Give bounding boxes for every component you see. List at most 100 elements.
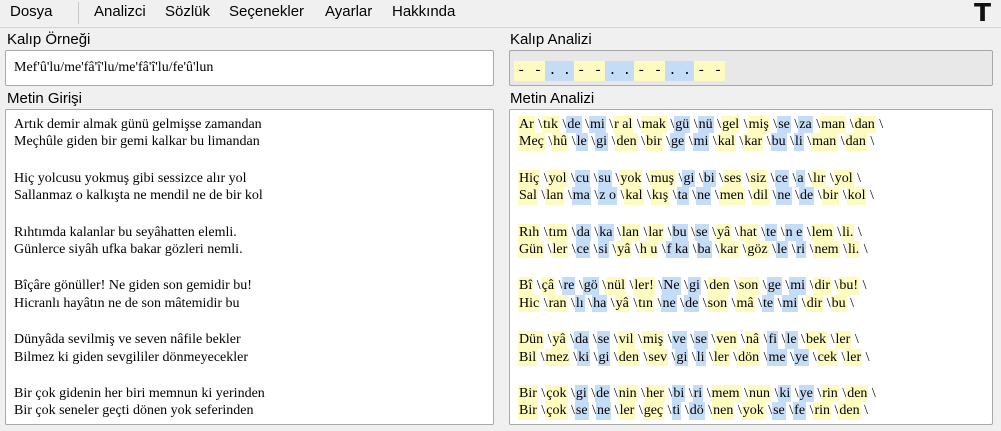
syllable-separator: \ [715,170,724,186]
syllable: mak [640,116,667,134]
syllable: ge [766,277,782,295]
syllable-separator: \ [777,224,785,240]
syllable-separator: \ [804,170,812,186]
menu-separator [78,2,79,24]
syllable: nun [747,384,771,403]
syllable-separator: \ [731,224,739,240]
syllable-separator: \ [837,134,845,150]
pattern-segment: . [559,61,575,81]
syllable: Sal [518,187,538,205]
syllable-separator: \ [859,278,867,294]
syllable: Meç [518,133,545,151]
metin-analizi-label: Metin Analizi [510,90,595,107]
syllable: yol [833,169,854,188]
syllable-separator: \ [634,332,642,348]
syllable-separator: \ [654,295,662,311]
syllable-separator: \ [759,278,767,294]
syllable-separator: \ [699,295,707,311]
syllable: kol [846,187,867,205]
syllable-separator: \ [664,224,672,240]
syllable-separator: \ [664,385,673,401]
syllable: se [694,331,708,349]
analysis-line: Bî \çâ \re \gö \nül \ler! \Ne \gi \den \… [518,277,883,295]
pattern-segment: . [619,61,635,81]
input-line: Hicranlı hayâtın ne de son mâtemidir bu [14,295,240,311]
syllable-separator: \ [778,332,786,348]
syllable: mâ [735,294,755,313]
syllable-separator: \ [764,403,773,419]
syllable-separator: \ [598,278,607,294]
syllable: ne [776,187,792,205]
syllable: geç [642,402,665,420]
syllable: li. [846,240,861,259]
syllable: kar [719,240,740,259]
syllable: siz [749,169,768,188]
syllable: ti [671,402,682,420]
syllable-separator: \ [607,295,615,311]
syllable: cek [816,348,839,366]
syllable: se [694,223,709,241]
syllable-separator: \ [695,170,703,186]
syllable-separator: \ [640,349,648,365]
menu-hakkinda[interactable]: Hakkında [392,3,455,20]
menu-sozluk[interactable]: Sözlük [165,3,210,20]
syllable: ne [696,187,712,205]
menu-analizci[interactable]: Analizci [94,3,146,20]
syllable-separator: \ [770,385,779,401]
syllable: de [595,384,611,403]
syllable-separator: \ [728,295,736,311]
input-line: Artık demir almak günü gelmişse zamandan [14,117,262,132]
syllable-separator: \ [608,241,617,257]
syllable-separator: \ [860,241,868,257]
syllable: den [615,133,638,151]
syllable: le [776,240,789,259]
syllable-separator: \ [587,385,596,401]
syllable: her [645,384,665,403]
kalip-ornegi-field[interactable]: Mef'û'lu/me'fâ'î'lu/me'fâ'î'lu/fe'û'lun [5,50,494,86]
syllable: man [811,133,838,151]
syllable: le [575,133,588,151]
syllable: ne [661,294,677,313]
syllable: a [796,169,805,188]
syllable: ye [793,348,810,366]
syllable: de [799,187,815,205]
menu-secenekler[interactable]: Seçenekler [229,3,304,20]
syllable-separator: \ [711,241,720,257]
kalip-ornegi-label: Kalıp Örneği [7,31,91,48]
syllable-separator: \ [862,349,870,365]
metin-analizi-panel[interactable]: Ar \tık \de \mi \r al \mak \gü \nü \gel … [509,109,993,425]
syllable-separator: \ [854,224,862,240]
syllable: muş [649,169,676,188]
syllable-separator: \ [797,332,805,348]
syllable: f ka [665,240,690,259]
analysis-line: Bir \çok \se \ne \ler \geç \ti \dö \nen … [518,402,883,420]
syllable: lan [620,223,641,241]
menu-ayarlar[interactable]: Ayarlar [325,3,372,20]
syllable: se [777,116,791,134]
menu-dosya[interactable]: Dosya [10,3,53,20]
syllable: si [597,240,609,259]
pattern-segment: - - [574,61,606,81]
syllable-separator: \ [742,170,750,186]
analysis-line: Rıh \tım \da \ka \lan \lar \bu \se \yâ \… [518,223,883,241]
syllable: kış [650,187,670,205]
syllable: ka [598,223,614,241]
analysis-line: Sal \lan \ma \z o \kal \kış \ta \ne \men… [518,187,883,205]
metin-girisi-textarea[interactable]: Artık demir almak günü gelmişse zamandan… [5,109,494,425]
syllable-separator: \ [666,117,675,132]
syllable-separator: \ [866,188,874,204]
text-format-icon[interactable]: T [974,0,991,27]
syllable-separator: \ [734,403,742,419]
syllable-separator: \ [774,295,782,311]
pattern-strip: - -..- -..- -..- - [514,61,726,81]
syllable-separator: \ [767,170,775,186]
syllable-separator: \ [730,278,738,294]
syllable-separator: \ [713,117,722,132]
syllable: yâ [616,240,632,259]
syllable: hû [552,133,569,151]
syllable: Gün [518,240,545,259]
analysis-line: Bil \mez \ki \gi \den \sev \gi \li \ler … [518,348,883,366]
syllable: re [562,277,576,295]
syllable: Hiç [518,169,541,188]
syllable-separator: \ [868,385,876,401]
